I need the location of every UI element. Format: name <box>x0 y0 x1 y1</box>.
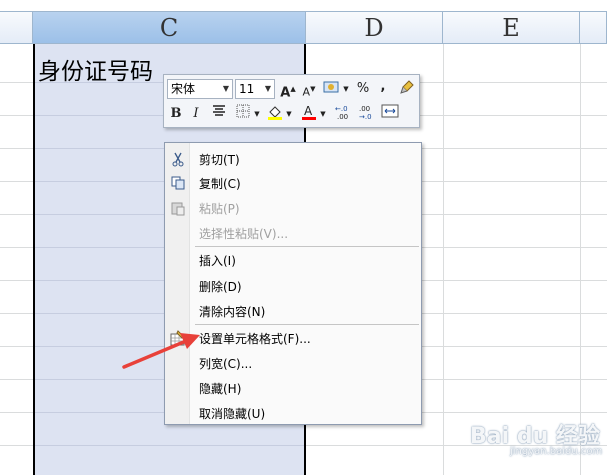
watermark-url: jingyan.baidu.com <box>510 446 603 457</box>
annotation-arrow-icon <box>122 333 200 369</box>
baidu-watermark-logo: Bai du 经验 jingyan.baidu.com <box>470 418 602 457</box>
